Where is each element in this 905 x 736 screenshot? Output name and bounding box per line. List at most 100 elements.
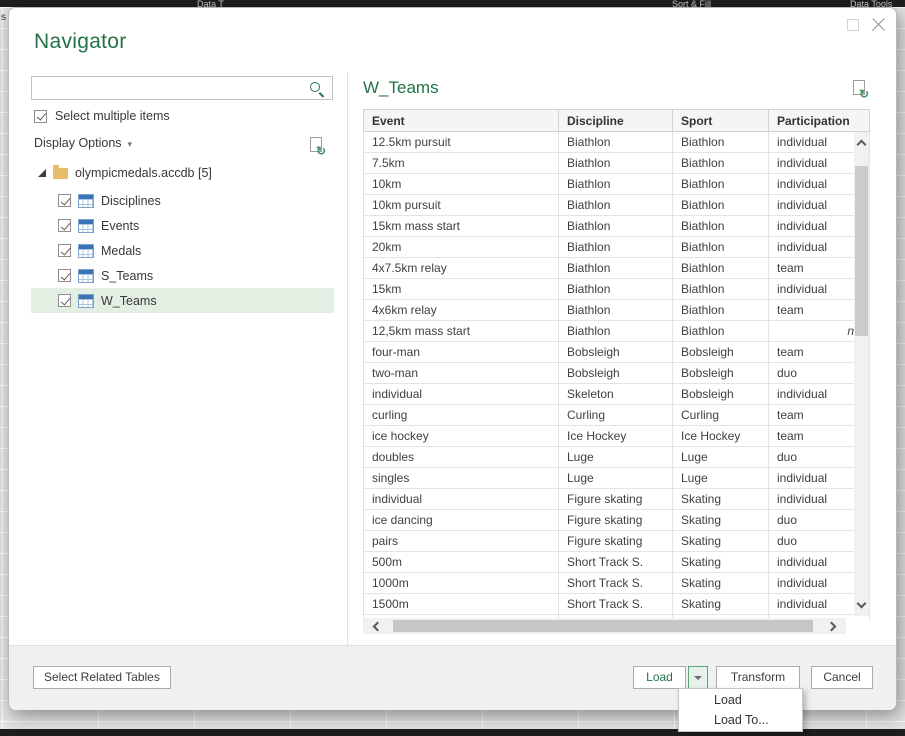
table-cell: 7.5km (364, 153, 559, 174)
table-cell: Biathlon (559, 132, 673, 153)
table-cell: individual (364, 489, 559, 510)
display-options-label: Display Options (34, 136, 122, 150)
load-button[interactable]: Load (633, 666, 686, 689)
column-header: Event (364, 110, 559, 132)
table-row: 10km pursuitBiathlonBiathlonindividual (364, 195, 870, 216)
table-row: curlingCurlingCurlingteam (364, 405, 870, 426)
table-row: individualFigure skatingSkatingindividua… (364, 489, 870, 510)
display-options-dropdown[interactable]: Display Options ▾ (34, 136, 132, 150)
refresh-preview-icon[interactable] (853, 80, 865, 95)
transform-data-button[interactable]: Transform Data (716, 666, 800, 689)
preview-table-container: EventDisciplineSportParticipation 12.5km… (363, 109, 870, 622)
tree-item-events[interactable]: Events (31, 213, 334, 238)
scroll-down-icon[interactable] (857, 599, 867, 609)
table-cell: Bobsleigh (673, 342, 769, 363)
vertical-scrollbar[interactable] (854, 132, 869, 616)
scroll-left-icon[interactable] (373, 621, 383, 631)
table-cell: Biathlon (673, 195, 769, 216)
table-cell: pairs (364, 531, 559, 552)
preview-title: W_Teams (363, 78, 439, 98)
table-cell: Luge (673, 447, 769, 468)
table-header-row: EventDisciplineSportParticipation (364, 110, 870, 132)
select-multiple-label[interactable]: Select multiple items (55, 109, 170, 123)
table-cell: Skeleton (559, 384, 673, 405)
select-multiple-checkbox[interactable] (34, 110, 47, 123)
table-checkbox[interactable] (58, 244, 71, 257)
load-dropdown-button[interactable] (688, 666, 708, 689)
scroll-up-icon[interactable] (857, 140, 867, 150)
select-related-tables-button[interactable]: Select Related Tables (33, 666, 171, 689)
table-cell: Biathlon (673, 132, 769, 153)
search-input[interactable] (32, 77, 332, 99)
table-row: 500mShort Track S.Skatingindividual (364, 552, 870, 573)
tree-item-disciplines[interactable]: Disciplines (31, 188, 334, 213)
table-cell: 4x7.5km relay (364, 258, 559, 279)
column-header: Sport (673, 110, 769, 132)
tree-expander-icon[interactable] (38, 169, 46, 177)
menu-item-load[interactable]: Load (679, 690, 802, 710)
table-cell: Curling (559, 405, 673, 426)
table-row: 10kmBiathlonBiathlonindividual (364, 174, 870, 195)
table-cell: singles (364, 468, 559, 489)
tree-item-s_teams[interactable]: S_Teams (31, 263, 334, 288)
table-row: 15kmBiathlonBiathlonindividual (364, 279, 870, 300)
cancel-button[interactable]: Cancel (811, 666, 873, 689)
preview-table: EventDisciplineSportParticipation 12.5km… (363, 109, 870, 622)
table-row: 20kmBiathlonBiathlonindividual (364, 237, 870, 258)
table-cell: Biathlon (559, 237, 673, 258)
worksheet-text-fragment: s (1, 12, 6, 23)
tree-item-label: Disciplines (101, 194, 161, 208)
table-cell: Luge (559, 468, 673, 489)
vertical-scrollbar-thumb[interactable] (855, 166, 868, 336)
table-row: four-manBobsleighBobsleighteam (364, 342, 870, 363)
select-multiple-row: Select multiple items (34, 109, 170, 123)
ribbon-group-label: Sort & Fill (672, 0, 711, 7)
table-cell: Biathlon (673, 279, 769, 300)
excel-ribbon-strip: Data TSort & FillData Tools (0, 0, 905, 7)
tree-item-w_teams[interactable]: W_Teams (31, 288, 334, 313)
horizontal-scrollbar[interactable] (363, 618, 846, 634)
menu-item-load-to[interactable]: Load To... (679, 710, 802, 730)
table-cell: Short Track S. (559, 552, 673, 573)
refresh-icon[interactable] (310, 137, 322, 152)
table-cell: 15km mass start (364, 216, 559, 237)
table-row: two-manBobsleighBobsleighduo (364, 363, 870, 384)
table-row: ice dancingFigure skatingSkatingduo (364, 510, 870, 531)
table-cell: Biathlon (673, 216, 769, 237)
table-row: 12.5km pursuitBiathlonBiathlonindividual (364, 132, 870, 153)
table-cell: Short Track S. (559, 594, 673, 615)
table-cell: Luge (673, 468, 769, 489)
table-cell: Curling (673, 405, 769, 426)
search-icon[interactable] (309, 81, 325, 97)
table-row: ice hockeyIce HockeyIce Hockeyteam (364, 426, 870, 447)
table-cell: Skating (673, 573, 769, 594)
table-checkbox[interactable] (58, 219, 71, 232)
tree-root-database[interactable]: olympicmedals.accdb [5] (38, 166, 212, 180)
scroll-right-icon[interactable] (827, 621, 837, 631)
table-cell: Biathlon (559, 153, 673, 174)
table-checkbox[interactable] (58, 194, 71, 207)
horizontal-scrollbar-thumb[interactable] (393, 620, 813, 632)
table-cell: Luge (559, 447, 673, 468)
table-cell: Biathlon (559, 279, 673, 300)
table-cell: Biathlon (559, 216, 673, 237)
table-cell: Biathlon (673, 300, 769, 321)
table-cell: ice dancing (364, 510, 559, 531)
table-icon (78, 194, 94, 208)
table-tree: Disciplines Events MedalsS_TeamsW_Teams (31, 188, 334, 313)
table-row: 1000mShort Track S.Skatingindividual (364, 573, 870, 594)
table-cell: Figure skating (559, 531, 673, 552)
table-cell: 1500m (364, 594, 559, 615)
table-row: 1500mShort Track S.Skatingindividual (364, 594, 870, 615)
table-row: 4x6km relayBiathlonBiathlonteam (364, 300, 870, 321)
close-icon[interactable] (871, 17, 886, 32)
table-checkbox[interactable] (58, 294, 71, 307)
table-cell: Biathlon (559, 300, 673, 321)
table-checkbox[interactable] (58, 269, 71, 282)
table-cell: 15km (364, 279, 559, 300)
table-cell: Skating (673, 531, 769, 552)
database-name: olympicmedals.accdb [5] (75, 166, 212, 180)
maximize-button[interactable] (847, 19, 859, 31)
tree-item-medals[interactable]: Medals (31, 238, 334, 263)
tree-item-label: Events (101, 219, 139, 233)
